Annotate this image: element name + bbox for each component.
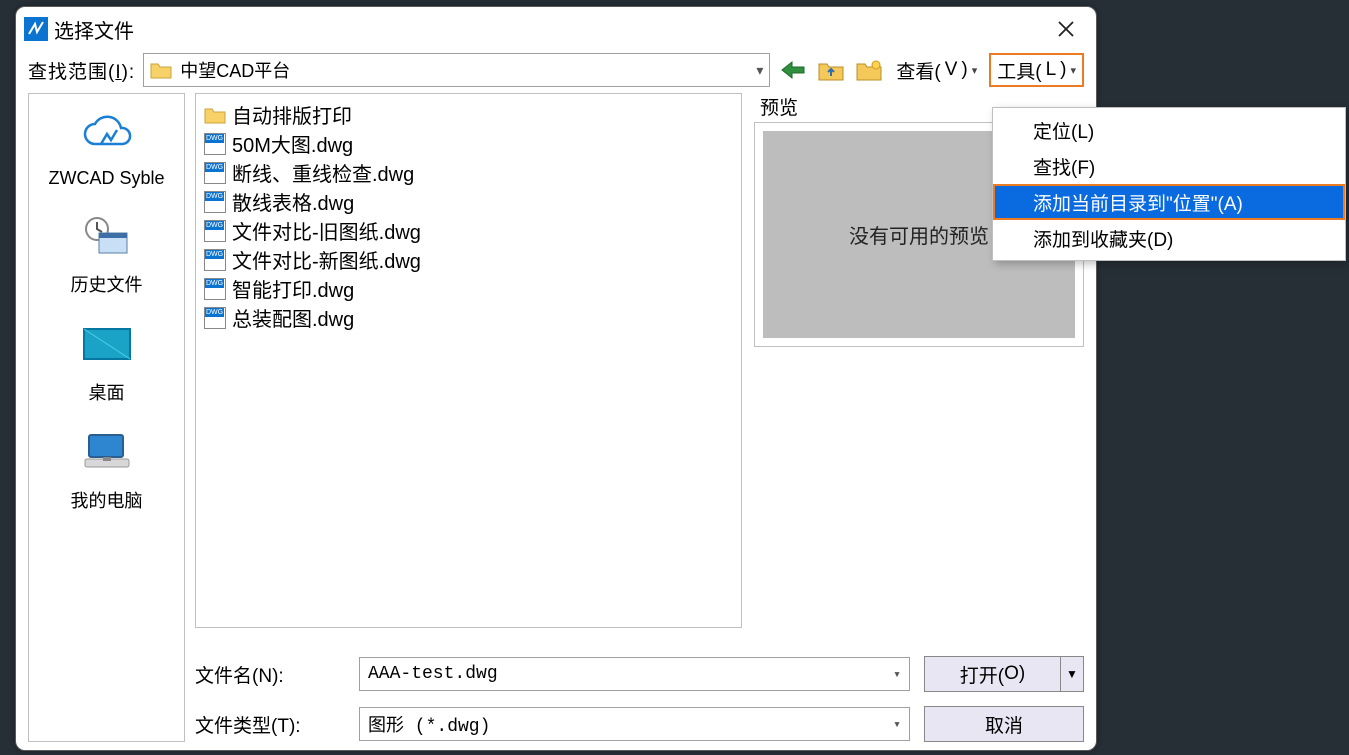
listing-row: 自动排版打印50M大图.dwg断线、重线检查.dwg散线表格.dwg文件对比-旧… [195, 93, 1084, 628]
desktop-icon [29, 321, 184, 369]
file-row[interactable]: 自动排版打印 [204, 100, 733, 129]
dialog-body: ZWCAD Syble 历史文件 [16, 93, 1096, 750]
places-item-desktop[interactable]: 桌面 [29, 315, 184, 419]
toolbar: 查找范围(I): 中望CAD平台 ▾ 查看(V) ▾ [16, 51, 1096, 93]
open-button-dropdown[interactable]: ▼ [1061, 656, 1084, 692]
history-icon [29, 213, 184, 261]
titlebar: 选择文件 [16, 7, 1096, 51]
places-item-my-computer[interactable]: 我的电脑 [29, 423, 184, 527]
tools-menu-item[interactable]: 查找(F) [993, 148, 1345, 184]
file-row[interactable]: 智能打印.dwg [204, 274, 733, 303]
file-row[interactable]: 文件对比-新图纸.dwg [204, 245, 733, 274]
filename-value: AAA-test.dwg [368, 664, 498, 684]
tools-menu: 定位(L)查找(F)添加当前目录到"位置"(A)添加到收藏夹(D) [992, 107, 1346, 261]
look-in-label: 查找范围(I): [28, 57, 135, 84]
places-item-history[interactable]: 历史文件 [29, 207, 184, 311]
cloud-icon [29, 110, 184, 158]
bottom-controls: 文件名(N): AAA-test.dwg ▾ 打开(O) ▼ [195, 656, 1084, 742]
place-label: 桌面 [29, 379, 184, 405]
dwg-file-icon [204, 133, 226, 155]
folder-icon [204, 104, 226, 126]
places-sidebar: ZWCAD Syble 历史文件 [28, 93, 185, 742]
tools-menu-button[interactable]: 工具(L) ▾ [989, 53, 1084, 87]
chevron-down-icon: ▾ [893, 667, 901, 682]
file-row[interactable]: 文件对比-旧图纸.dwg [204, 216, 733, 245]
chevron-down-icon: ▾ [1070, 64, 1076, 77]
up-folder-button[interactable] [816, 55, 846, 85]
place-label: 历史文件 [29, 271, 184, 297]
tools-menu-item[interactable]: 定位(L) [993, 112, 1345, 148]
main-column: 自动排版打印50M大图.dwg断线、重线检查.dwg散线表格.dwg文件对比-旧… [195, 93, 1084, 742]
app-icon [24, 17, 48, 41]
chevron-down-icon: ▾ [893, 717, 901, 732]
file-name: 文件对比-新图纸.dwg [232, 245, 421, 274]
file-row[interactable]: 散线表格.dwg [204, 187, 733, 216]
cancel-button[interactable]: 取消 [924, 706, 1084, 742]
places-item-zwcad-syble[interactable]: ZWCAD Syble [29, 104, 184, 203]
look-in-dropdown[interactable]: 中望CAD平台 ▾ [143, 53, 770, 87]
file-name: 50M大图.dwg [232, 129, 353, 158]
look-in-value: 中望CAD平台 [180, 57, 290, 83]
dwg-file-icon [204, 307, 226, 329]
open-button[interactable]: 打开(O) [924, 656, 1061, 692]
file-list[interactable]: 自动排版打印50M大图.dwg断线、重线检查.dwg散线表格.dwg文件对比-旧… [195, 93, 742, 628]
chevron-down-icon: ▾ [972, 64, 978, 77]
chevron-down-icon: ▾ [756, 62, 763, 79]
file-name: 文件对比-旧图纸.dwg [232, 216, 421, 245]
file-row[interactable]: 50M大图.dwg [204, 129, 733, 158]
close-button[interactable] [1044, 9, 1088, 49]
tools-menu-item[interactable]: 添加到收藏夹(D) [993, 220, 1345, 256]
file-name: 智能打印.dwg [232, 274, 354, 303]
computer-icon [29, 429, 184, 477]
back-button[interactable] [778, 55, 808, 85]
folder-icon [150, 61, 172, 79]
file-open-dialog: 选择文件 查找范围(I): 中望CAD平台 ▾ [15, 6, 1097, 751]
dwg-file-icon [204, 191, 226, 213]
filename-input[interactable]: AAA-test.dwg ▾ [359, 657, 910, 691]
filetype-value: 图形 (*.dwg) [368, 711, 490, 737]
filename-label: 文件名(N): [195, 661, 345, 688]
file-name: 断线、重线检查.dwg [232, 158, 414, 187]
file-name: 散线表格.dwg [232, 187, 354, 216]
dwg-file-icon [204, 162, 226, 184]
dwg-file-icon [204, 278, 226, 300]
dialog-title: 选择文件 [54, 15, 1044, 44]
file-name: 自动排版打印 [232, 100, 352, 129]
file-row[interactable]: 断线、重线检查.dwg [204, 158, 733, 187]
dwg-file-icon [204, 249, 226, 271]
file-name: 总装配图.dwg [232, 303, 354, 332]
filetype-dropdown[interactable]: 图形 (*.dwg) ▾ [359, 707, 910, 741]
place-label: 我的电脑 [29, 487, 184, 513]
new-folder-button[interactable] [854, 55, 884, 85]
filetype-label: 文件类型(T): [195, 711, 345, 738]
tools-menu-item[interactable]: 添加当前目录到"位置"(A) [993, 184, 1345, 220]
view-menu-button[interactable]: 查看(V) ▾ [892, 55, 981, 85]
file-row[interactable]: 总装配图.dwg [204, 303, 733, 332]
place-label: ZWCAD Syble [29, 168, 184, 189]
dwg-file-icon [204, 220, 226, 242]
